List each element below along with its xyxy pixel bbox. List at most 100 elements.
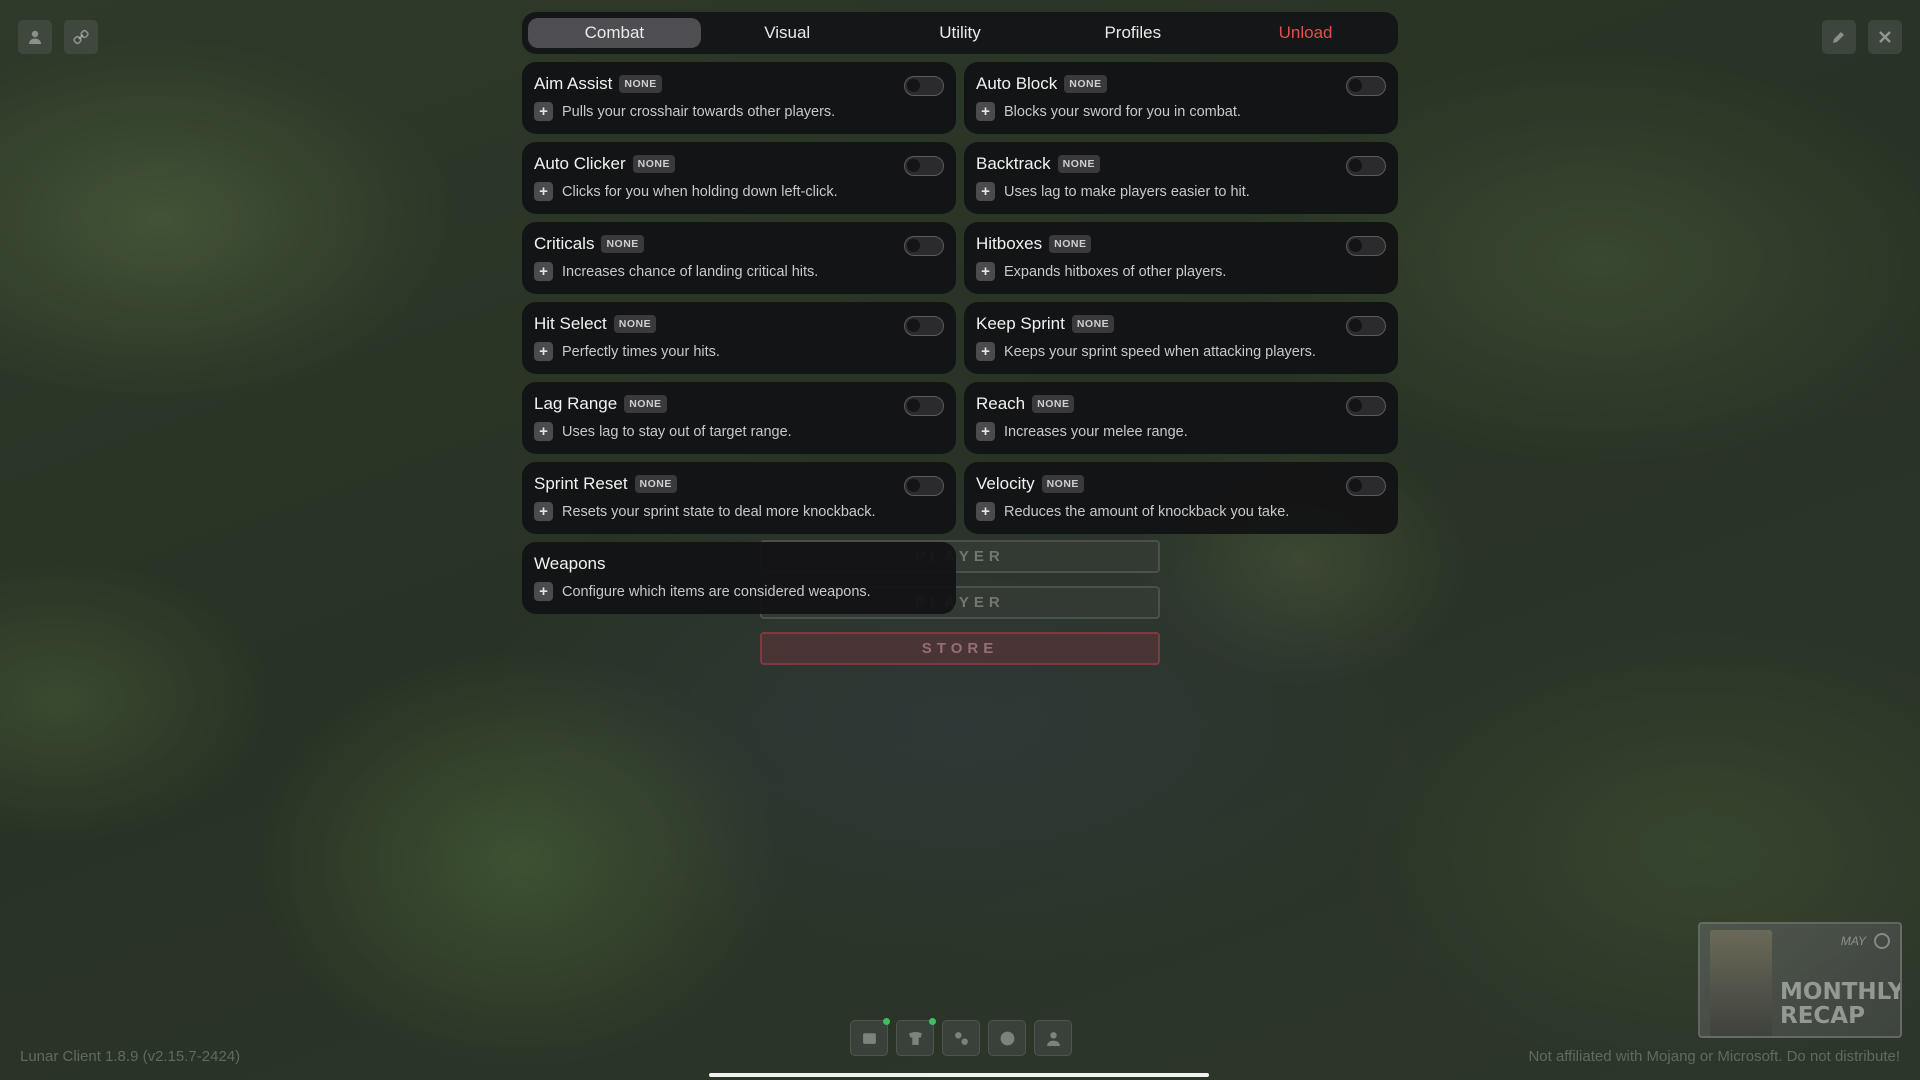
keybind-badge[interactable]: NONE <box>624 395 667 413</box>
module-title: Hit Select <box>534 314 607 333</box>
globe-icon <box>1000 1031 1014 1045</box>
module-title: Backtrack <box>976 154 1051 173</box>
module-title: Auto Block <box>976 74 1058 93</box>
module-toggle[interactable] <box>904 156 944 176</box>
edit-button[interactable] <box>1822 20 1856 54</box>
module-card-auto-clicker[interactable]: Auto Clicker NONE + Clicks for you when ho… <box>522 142 956 214</box>
expand-plus-icon[interactable]: + <box>534 502 553 521</box>
module-toggle[interactable] <box>904 316 944 336</box>
monthly-recap-card[interactable]: MAY MONTHLY RECAP <box>1698 922 1902 1038</box>
profile-button[interactable] <box>18 20 52 54</box>
keybind-badge[interactable]: NONE <box>1041 475 1084 493</box>
module-card-keep-sprint[interactable]: Keep Sprint NONE + Keeps your sprint speed… <box>964 302 1398 374</box>
disclaimer-text: Not affiliated with Mojang or Microsoft.… <box>1528 1048 1900 1065</box>
tab-visual[interactable]: Visual <box>701 18 874 48</box>
expand-plus-icon[interactable]: + <box>976 342 995 361</box>
module-toggle[interactable] <box>1346 476 1386 496</box>
keybind-badge[interactable]: NONE <box>1057 155 1100 173</box>
module-title: Criticals <box>534 234 595 253</box>
screenshot-button[interactable] <box>850 1018 890 1056</box>
tab-profiles[interactable]: Profiles <box>1046 18 1219 48</box>
module-description: Perfectly times your hits. <box>562 343 720 360</box>
cosmetics-button[interactable] <box>896 1018 936 1056</box>
module-card-auto-block[interactable]: Auto Block NONE + Blocks your sword for yo… <box>964 62 1398 134</box>
keybind-badge[interactable]: NONE <box>1032 395 1075 413</box>
tab-combat[interactable]: Combat <box>528 18 701 48</box>
module-card-backtrack[interactable]: Backtrack NONE + Uses lag to make players … <box>964 142 1398 214</box>
expand-plus-icon[interactable]: + <box>976 182 995 201</box>
notification-dot <box>929 1018 936 1025</box>
module-card-criticals[interactable]: Criticals NONE + Increases chance of landi… <box>522 222 956 294</box>
module-description: Resets your sprint state to deal more kn… <box>562 503 876 520</box>
module-card-lag-range[interactable]: Lag Range NONE + Uses lag to stay out of t… <box>522 382 956 454</box>
module-description: Pulls your crosshair towards other playe… <box>562 103 836 120</box>
module-card-weapons[interactable]: Weapons + Configure which items are consi… <box>522 542 956 614</box>
category-tab-bar: Combat Visual Utility Profiles Unload <box>522 12 1398 54</box>
expand-plus-icon[interactable]: + <box>976 502 995 521</box>
module-toggle[interactable] <box>1346 316 1386 336</box>
module-card-velocity[interactable]: Velocity NONE + Reduces the amount of knoc… <box>964 462 1398 534</box>
keybind-badge[interactable]: NONE <box>619 75 662 93</box>
module-card-reach[interactable]: Reach NONE + Increases your melee range. <box>964 382 1398 454</box>
module-title: Sprint Reset <box>534 474 628 493</box>
loading-progress-line <box>709 1073 1209 1077</box>
recap-title: MONTHLY RECAP <box>1780 979 1902 1029</box>
toggle-knob <box>907 479 920 492</box>
recap-logo-icon <box>1874 933 1890 949</box>
module-description: Expands hitboxes of other players. <box>1004 263 1227 280</box>
module-title: Velocity <box>976 474 1035 493</box>
friends-button[interactable] <box>1034 1020 1072 1056</box>
module-toggle[interactable] <box>1346 236 1386 256</box>
keybind-badge[interactable]: NONE <box>1064 75 1107 93</box>
keybind-badge[interactable]: NONE <box>1071 315 1115 333</box>
module-toggle[interactable] <box>1346 396 1386 416</box>
friends-icon <box>1046 1031 1060 1046</box>
expand-plus-icon[interactable]: + <box>976 262 995 281</box>
settings-icon <box>954 1031 968 1045</box>
module-toggle[interactable] <box>904 76 944 96</box>
module-toggle[interactable] <box>1346 76 1386 96</box>
expand-plus-icon[interactable]: + <box>534 182 553 201</box>
menu-button-store[interactable]: STORE <box>760 632 1160 665</box>
module-title: Reach <box>976 394 1026 413</box>
expand-plus-icon[interactable]: + <box>976 102 995 121</box>
expand-plus-icon[interactable]: + <box>534 422 553 441</box>
toggle-knob <box>1349 399 1362 412</box>
notification-dot <box>883 1018 890 1025</box>
module-card-sprint-reset[interactable]: Sprint Reset NONE + Resets your sprint sta… <box>522 462 956 534</box>
module-toggle[interactable] <box>904 236 944 256</box>
module-card-hit-select[interactable]: Hit Select NONE + Perfectly times your hit… <box>522 302 956 374</box>
module-toggle[interactable] <box>904 476 944 496</box>
link-icon <box>73 29 89 45</box>
module-description: Keeps your sprint speed when attacking p… <box>1004 343 1316 360</box>
menu-button-label: STORE <box>921 640 999 657</box>
tab-unload[interactable]: Unload <box>1219 18 1392 48</box>
settings-button[interactable] <box>942 1020 980 1056</box>
module-card-hitboxes[interactable]: Hitboxes NONE + Expands hitboxes of other … <box>964 222 1398 294</box>
module-description: Blocks your sword for you in combat. <box>1004 103 1241 120</box>
toggle-knob <box>907 159 920 172</box>
link-button[interactable] <box>64 20 98 54</box>
keybind-badge[interactable]: NONE <box>601 235 644 253</box>
expand-plus-icon[interactable]: + <box>534 262 553 281</box>
toggle-knob <box>907 399 920 412</box>
keybind-badge[interactable]: NONE <box>613 315 657 333</box>
expand-plus-icon[interactable]: + <box>976 422 995 441</box>
tab-utility[interactable]: Utility <box>874 18 1047 48</box>
module-toggle[interactable] <box>904 396 944 416</box>
expand-plus-icon[interactable]: + <box>534 582 553 601</box>
expand-plus-icon[interactable]: + <box>534 102 553 121</box>
person-icon <box>29 30 41 44</box>
close-icon <box>1879 31 1891 43</box>
module-toggle[interactable] <box>1346 156 1386 176</box>
keybind-badge[interactable]: NONE <box>634 475 677 493</box>
keybind-badge[interactable]: NONE <box>1049 235 1092 253</box>
expand-plus-icon[interactable]: + <box>534 342 553 361</box>
keybind-badge[interactable]: NONE <box>632 155 675 173</box>
module-card-aim-assist[interactable]: Aim Assist NONE + Pulls your crosshair tow… <box>522 62 956 134</box>
screenshot-icon <box>862 1032 876 1044</box>
close-button[interactable] <box>1868 20 1902 54</box>
module-description: Increases chance of landing critical hit… <box>562 263 819 280</box>
globe-button[interactable] <box>988 1020 1026 1056</box>
recap-character-image <box>1710 930 1772 1036</box>
